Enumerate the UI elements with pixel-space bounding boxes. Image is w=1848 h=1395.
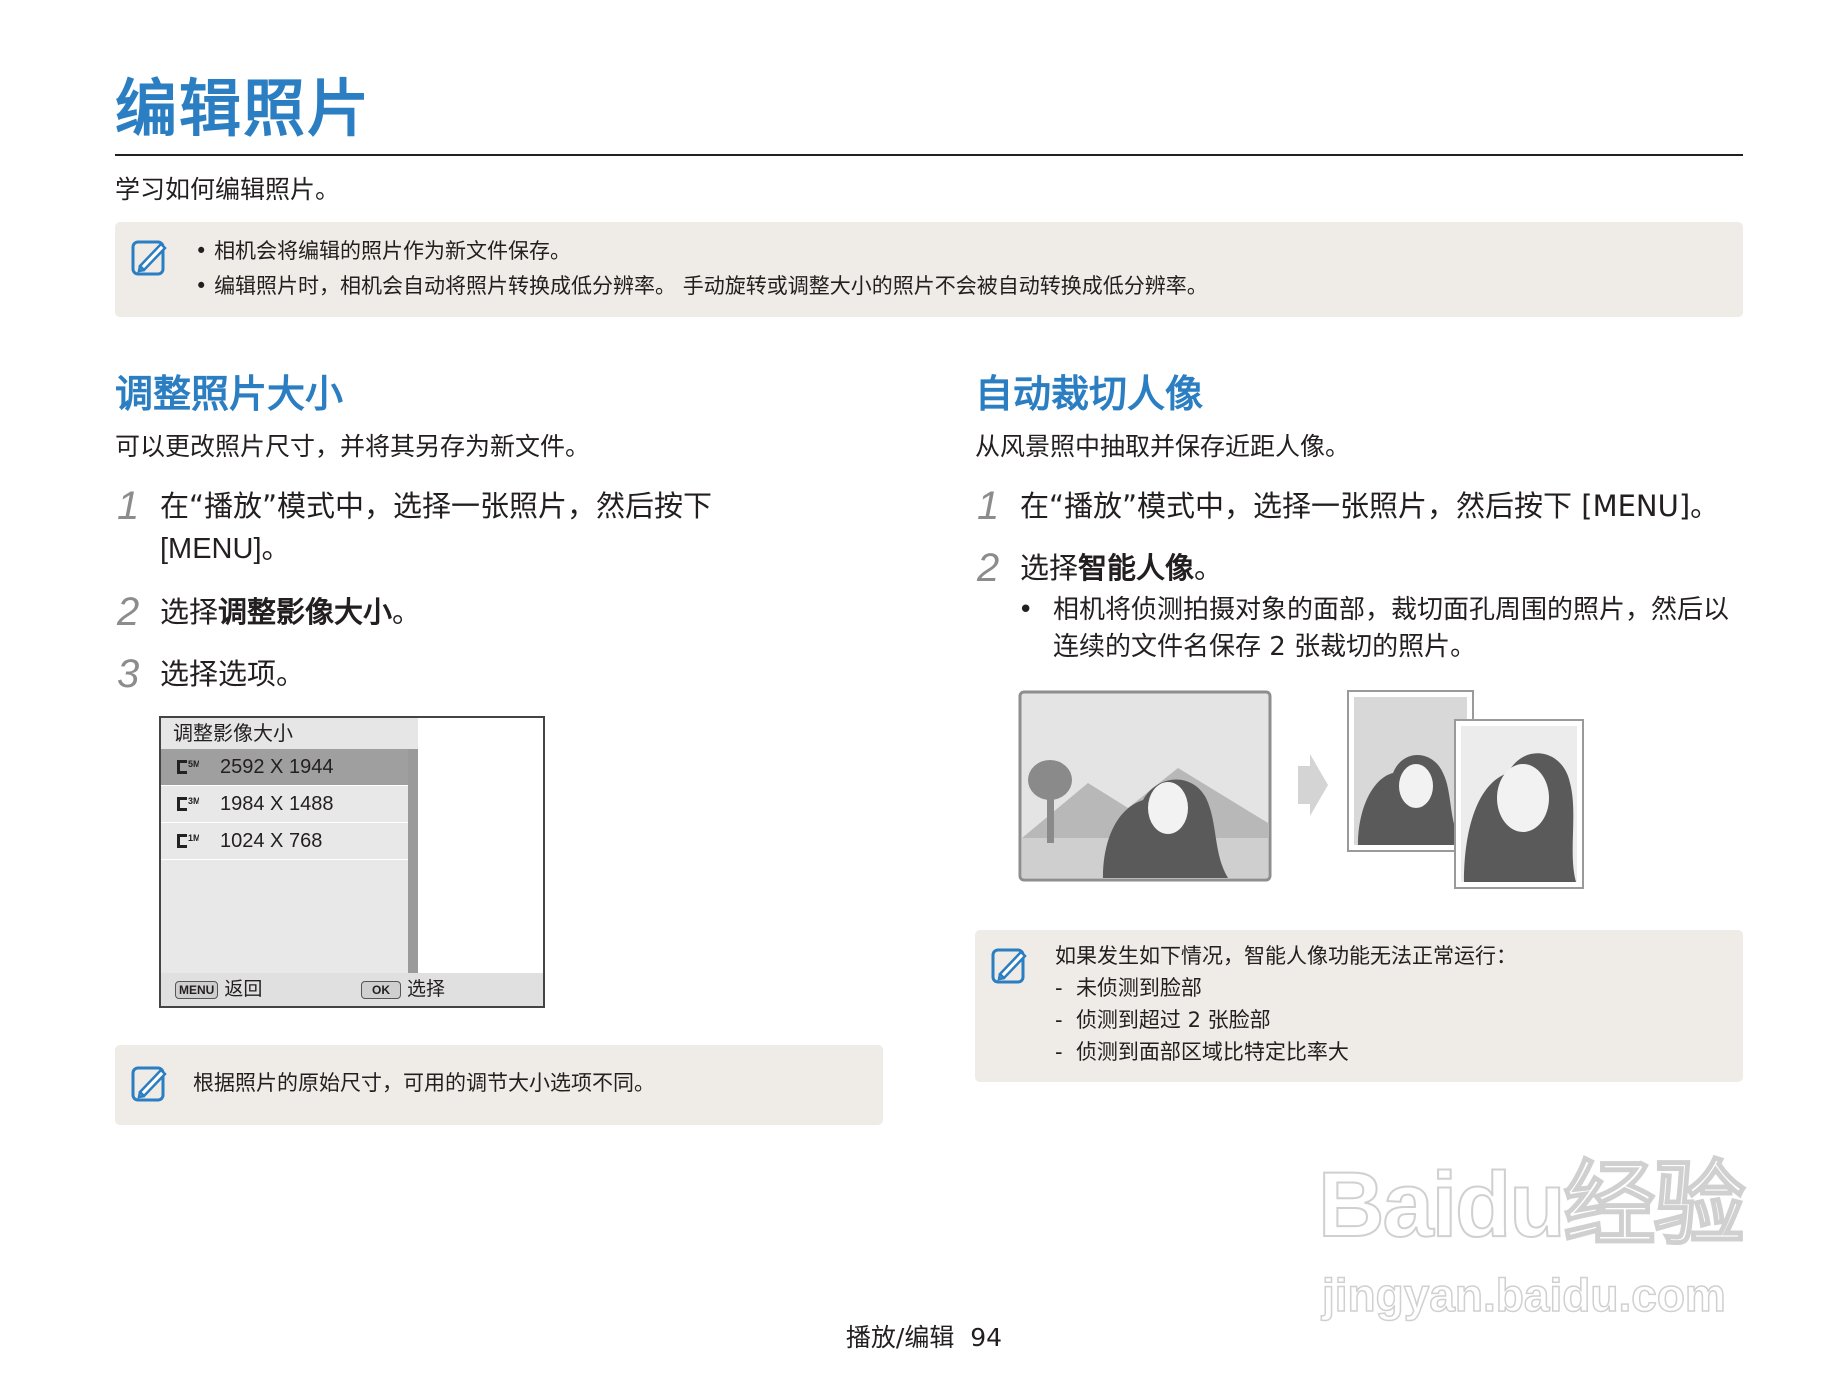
- camera-screen: 调整影像大小 5M 2592 X 1944 3M 1984 X 1488 1M …: [159, 716, 545, 1008]
- note-list-item: - 侦测到超过 2 张脸部: [1055, 1008, 1271, 1032]
- step-text: 选择选项。: [160, 657, 306, 691]
- camera-option-2592x1944[interactable]: 5M 2592 X 1944: [161, 749, 408, 786]
- step-text: 选择智能人像。: [1020, 551, 1224, 585]
- svg-text:3M: 3M: [188, 796, 199, 806]
- resize-note-text: 根据照片的原始尺寸，可用的调节大小选项不同。: [193, 1071, 655, 1095]
- arrow-icon: [1298, 754, 1328, 816]
- smart-portrait-note-box: 如果发生如下情况，智能人像功能无法正常运行： - 未侦测到脸部 - 侦测到超过 …: [975, 930, 1743, 1082]
- step-number: 2: [117, 590, 140, 634]
- cropped-photo-2: [1454, 719, 1584, 889]
- camera-screen-header: 调整影像大小: [161, 718, 418, 749]
- note-icon: [991, 948, 1027, 984]
- step-text: 选择调整影像大小。: [160, 595, 422, 629]
- camera-scrollbar[interactable]: [408, 749, 418, 973]
- section-title-resize: 调整照片大小: [115, 372, 344, 416]
- top-note-item: • 编辑照片时，相机会自动将照片转换成低分辨率。 手动旋转或调整大小的照片不会被…: [195, 274, 1208, 298]
- section-subtitle-smart-portrait: 从风景照中抽取并保存近距人像。: [975, 432, 1351, 461]
- page-title: 编辑照片: [115, 72, 372, 145]
- 1m-size-icon: 1M: [177, 833, 199, 848]
- camera-screen-footer: MENU 返回 OK 选择: [161, 973, 543, 1006]
- back-hint[interactable]: MENU 返回: [175, 973, 262, 1006]
- landscape-photo: [1018, 690, 1272, 882]
- top-note-item: • 相机会将编辑的照片作为新文件保存。: [195, 239, 572, 263]
- svg-text:1M: 1M: [188, 833, 199, 843]
- note-list-item: - 未侦测到脸部: [1055, 976, 1202, 1000]
- step-number: 1: [117, 484, 140, 528]
- page-number: 94: [970, 1323, 1003, 1352]
- camera-option-label: 2592 X 1944: [220, 756, 334, 778]
- camera-option-label: 1984 X 1488: [220, 793, 334, 815]
- ok-key-icon: OK: [361, 980, 401, 999]
- section-subtitle-resize: 可以更改照片尺寸，并将其另存为新文件。: [115, 432, 591, 461]
- camera-option-label: 1024 X 768: [220, 830, 323, 852]
- bullet-dot: •: [1018, 595, 1034, 625]
- camera-option-1024x768[interactable]: 1M 1024 X 768: [161, 823, 408, 860]
- smart-portrait-bullet: 相机将侦测拍摄对象的面部，裁切面孔周围的照片，然后以连续的文件名保存 2 张裁切…: [1053, 595, 1730, 662]
- page-lead: 学习如何编辑照片。: [115, 175, 341, 204]
- step-number: 1: [977, 484, 1000, 528]
- step-text: 在“播放”模式中，选择一张照片，然后按下 [MENU]。: [1020, 489, 1720, 523]
- page-footer: 播放/编辑 94: [0, 1318, 1848, 1354]
- note-list-item: - 侦测到面部区域比特定比率大: [1055, 1040, 1349, 1064]
- menu-key-icon: MENU: [175, 980, 219, 999]
- footer-section: 播放/编辑: [845, 1323, 955, 1352]
- select-hint[interactable]: OK 选择: [361, 973, 445, 1006]
- title-divider: [115, 154, 1743, 156]
- top-note-box: • 相机会将编辑的照片作为新文件保存。 • 编辑照片时，相机会自动将照片转换成低…: [115, 222, 1743, 317]
- camera-option-list: 5M 2592 X 1944 3M 1984 X 1488 1M 1024 X …: [161, 749, 408, 973]
- step-number: 2: [977, 546, 1000, 590]
- baidu-watermark-logo: Baidu经验: [1317, 1153, 1747, 1257]
- step-number: 3: [117, 652, 140, 696]
- step-text: 在“播放”模式中，选择一张照片，然后按下 [MENU]。: [160, 489, 713, 565]
- smart-portrait-illustration: [1018, 690, 1584, 889]
- baidu-watermark-url: jingyan.baidu.com: [1321, 1268, 1726, 1322]
- section-title-smart-portrait: 自动裁切人像: [975, 372, 1204, 416]
- camera-option-1984x1488[interactable]: 3M 1984 X 1488: [161, 786, 408, 823]
- resize-note-box: 根据照片的原始尺寸，可用的调节大小选项不同。: [115, 1045, 883, 1125]
- svg-text:5M: 5M: [188, 759, 199, 769]
- 5m-size-icon: 5M: [177, 759, 199, 774]
- smart-portrait-note-intro: 如果发生如下情况，智能人像功能无法正常运行：: [1055, 944, 1517, 968]
- note-icon: [131, 240, 167, 276]
- note-icon: [131, 1066, 167, 1102]
- 3m-size-icon: 3M: [177, 796, 199, 811]
